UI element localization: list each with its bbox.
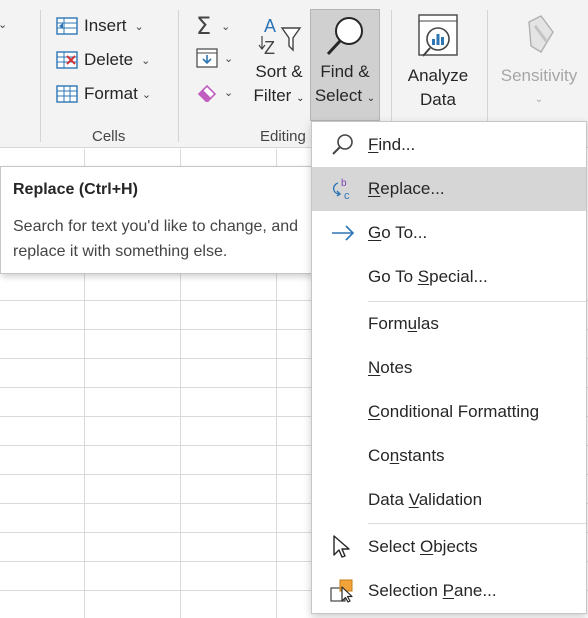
delete-label: Delete xyxy=(84,50,134,69)
menu-item-label: Data Validation xyxy=(368,490,483,509)
menu-item-data-validation[interactable]: Data Validation xyxy=(312,478,586,522)
group-separator xyxy=(40,10,41,142)
chevron-down-icon: ⌄ xyxy=(296,93,305,104)
menu-item-label: Replace... xyxy=(368,179,445,198)
menu-item-label: Constants xyxy=(368,446,445,465)
format-button[interactable]: Format ⌄ xyxy=(56,84,151,104)
menu-item-go-to[interactable]: Go To... xyxy=(312,211,586,255)
sort-filter-label-2: Filter xyxy=(253,86,292,105)
find-select-label-2: Select xyxy=(314,86,363,105)
pointer-icon xyxy=(330,535,356,559)
excel-window: ⌄ Insert ⌄ Delete ⌄ Format ⌄ Cells Σ ⌄ ⌄… xyxy=(0,0,588,618)
chevron-down-icon: ⌄ xyxy=(134,20,144,33)
autosum-button[interactable]: Σ ⌄ xyxy=(196,12,230,40)
truncated-chevron-icon[interactable]: ⌄ xyxy=(0,18,7,31)
clear-button[interactable]: ⌄ xyxy=(196,82,234,104)
sort-filter-icon: AZ xyxy=(248,12,310,60)
sensitivity-button[interactable]: Sensitivity ⌄ xyxy=(496,12,582,112)
menu-item-replace[interactable]: bc Replace... xyxy=(312,167,586,211)
chevron-down-icon: ⌄ xyxy=(366,93,376,104)
menu-item-formulas[interactable]: Formulas xyxy=(312,302,586,346)
eraser-icon xyxy=(196,82,218,104)
insert-label: Insert xyxy=(84,16,127,35)
delete-button[interactable]: Delete ⌄ xyxy=(56,50,150,70)
tooltip-body: Search for text you'd like to change, an… xyxy=(13,218,299,260)
sort-filter-label-1: Sort & xyxy=(255,62,303,81)
menu-item-label: Formulas xyxy=(368,314,439,333)
menu-item-label: Conditional Formatting xyxy=(368,402,540,421)
fill-down-icon xyxy=(196,48,218,68)
search-icon xyxy=(330,133,356,157)
menu-item-constants[interactable]: Constants xyxy=(312,434,586,478)
find-select-label-2-wrap: Select ⌄ xyxy=(311,84,379,111)
editing-group-label: Editing xyxy=(260,128,306,145)
analyze-data-icon xyxy=(402,12,474,64)
chevron-down-icon: ⌄ xyxy=(224,86,234,99)
menu-item-select-objects[interactable]: Select Objects xyxy=(312,525,586,569)
fill-button[interactable]: ⌄ xyxy=(196,48,233,68)
find-select-button[interactable]: Find & Select ⌄ xyxy=(310,9,380,121)
svg-text:A: A xyxy=(264,16,276,36)
sigma-icon: Σ xyxy=(196,12,212,40)
delete-cells-icon xyxy=(56,50,78,70)
menu-item-label: Go To... xyxy=(368,223,428,242)
insert-cells-icon xyxy=(56,16,78,36)
menu-item-go-to-special[interactable]: Go To Special... xyxy=(312,255,586,299)
analyze-data-label-2: Data xyxy=(420,90,456,109)
menu-item-label: Selection Pane... xyxy=(368,581,497,600)
chevron-down-icon: ⌄ xyxy=(224,52,234,65)
chevron-down-icon: ⌄ xyxy=(141,54,151,67)
menu-item-label: Select Objects xyxy=(368,537,478,556)
cells-group-label: Cells xyxy=(92,128,126,145)
find-select-label-1: Find & xyxy=(320,62,370,81)
svg-text:c: c xyxy=(344,190,350,201)
menu-item-label: Notes xyxy=(368,358,413,377)
format-label: Format xyxy=(84,84,138,103)
sort-filter-button[interactable]: AZ Sort & Filter ⌄ xyxy=(248,12,310,111)
chevron-down-icon: ⌄ xyxy=(141,88,152,101)
svg-text:b: b xyxy=(341,178,347,189)
insert-button[interactable]: Insert ⌄ xyxy=(56,16,144,36)
magnifier-icon xyxy=(311,10,379,60)
menu-item-label: Find... xyxy=(368,135,416,154)
arrow-right-icon xyxy=(330,221,356,245)
chevron-down-icon: ⌄ xyxy=(221,20,231,33)
tooltip-title: Replace (Ctrl+H) xyxy=(13,181,138,198)
menu-separator xyxy=(368,523,586,524)
menu-item-notes[interactable]: Notes xyxy=(312,346,586,390)
menu-item-label: Go To Special... xyxy=(368,267,488,286)
format-cells-icon xyxy=(56,84,78,104)
group-separator xyxy=(178,10,179,142)
sensitivity-icon xyxy=(496,12,582,64)
menu-item-find[interactable]: Find... xyxy=(312,123,586,167)
replace-tooltip: Replace (Ctrl+H) Search for text you'd l… xyxy=(0,166,312,274)
sort-filter-label-2-wrap: Filter ⌄ xyxy=(248,84,310,111)
analyze-data-label-1: Analyze xyxy=(407,66,469,85)
menu-item-conditional-formatting[interactable]: Conditional Formatting xyxy=(312,390,586,434)
menu-item-selection-pane[interactable]: Selection Pane... xyxy=(312,569,586,613)
find-select-menu: Find... bc Replace... Go To... Go To Spe… xyxy=(311,121,587,614)
chevron-down-icon: ⌄ xyxy=(534,94,544,105)
selection-pane-icon xyxy=(330,579,356,603)
replace-icon: bc xyxy=(330,177,356,202)
analyze-data-button[interactable]: Analyze Data xyxy=(402,12,474,112)
svg-text:Z: Z xyxy=(264,38,275,58)
sensitivity-label: Sensitivity xyxy=(500,66,578,85)
